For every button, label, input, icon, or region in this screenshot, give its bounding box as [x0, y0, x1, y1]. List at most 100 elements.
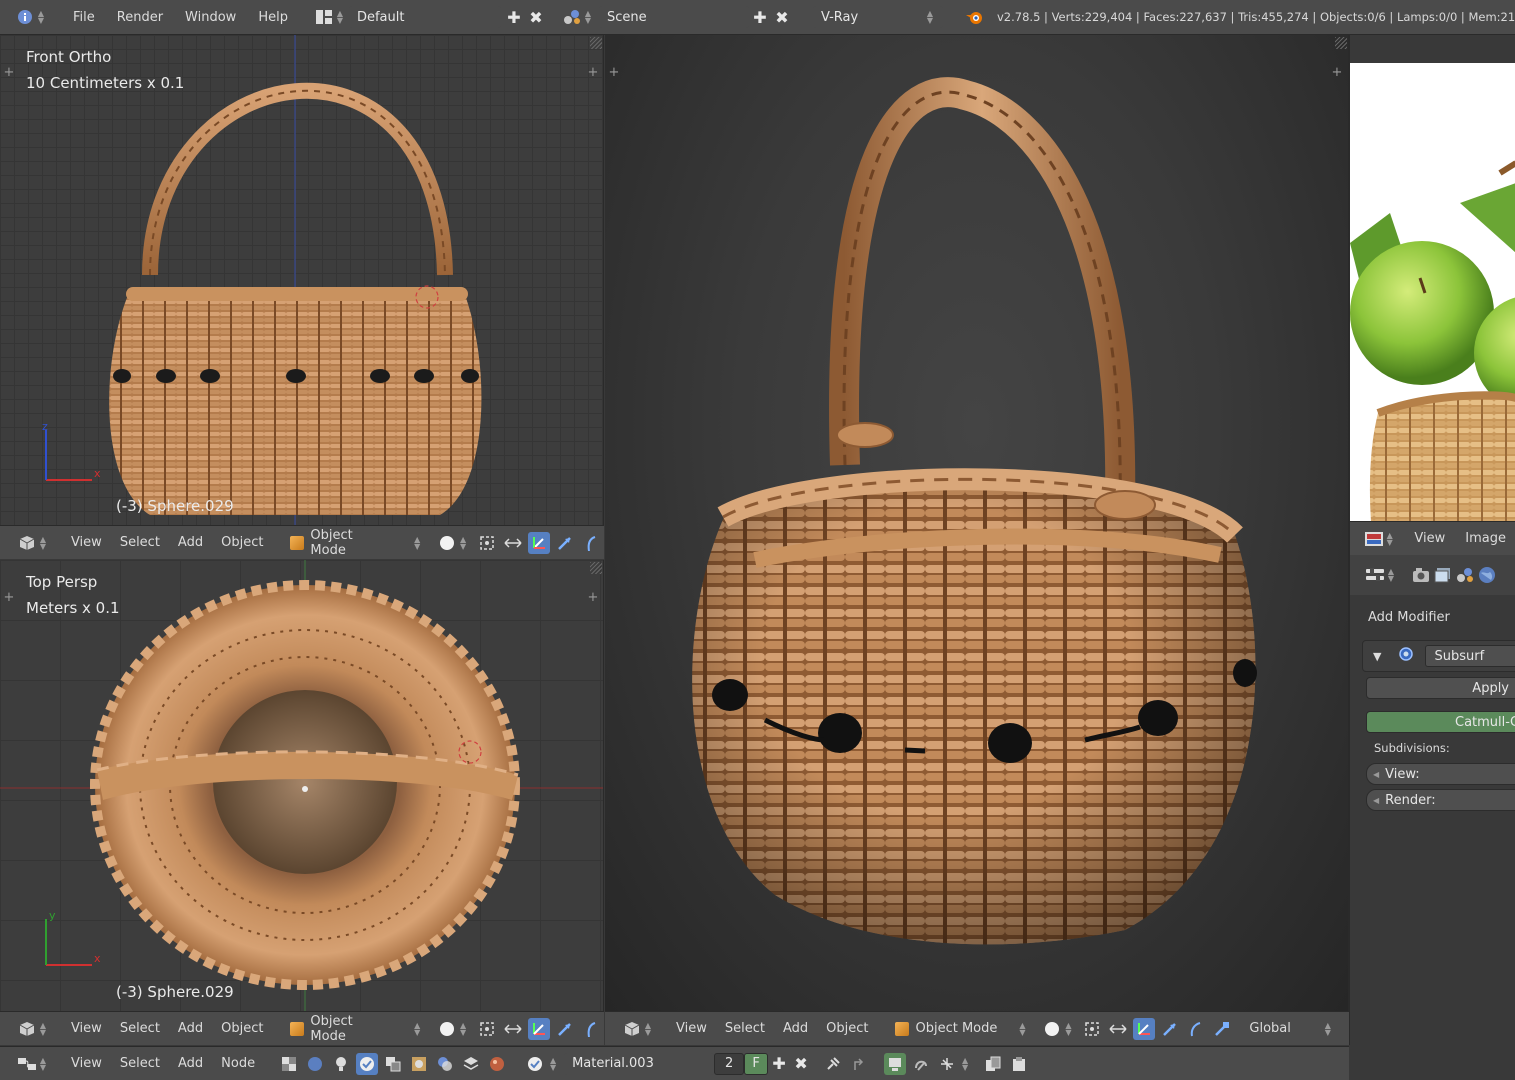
render-levels-field[interactable]: ◀ Render: — [1366, 789, 1515, 811]
copy-nodes-icon[interactable] — [982, 1053, 1004, 1075]
unlink-material-icon[interactable]: ✖ — [790, 1053, 812, 1075]
pivot-point-icon[interactable] — [476, 1018, 498, 1040]
backdrop-icon[interactable] — [884, 1052, 907, 1075]
menu-help[interactable]: Help — [247, 10, 299, 25]
apply-button[interactable]: Apply — [1366, 677, 1515, 699]
transform-manipulator-icon[interactable] — [1211, 1018, 1233, 1040]
layers-icon[interactable] — [460, 1053, 482, 1075]
editor-type-arrows[interactable]: ▲ ▼ — [36, 10, 46, 25]
editor-type-arrows[interactable]: ▲ ▼ — [38, 1056, 48, 1071]
new-material-icon[interactable]: ✚ — [768, 1053, 790, 1075]
translate-manipulator-icon[interactable] — [528, 1017, 551, 1040]
render-tab-icon[interactable] — [1410, 564, 1432, 586]
menu-object[interactable]: Object — [817, 1021, 877, 1036]
menu-select[interactable]: Select — [111, 535, 169, 550]
menu-node[interactable]: Node — [212, 1056, 264, 1071]
fake-user-toggle[interactable]: F — [744, 1052, 769, 1075]
layout-field[interactable]: Default — [348, 6, 501, 28]
scene-icon[interactable] — [561, 6, 583, 28]
menu-view[interactable]: View — [62, 535, 111, 550]
scene-tab-icon[interactable] — [1454, 564, 1476, 586]
texture-checker-icon[interactable] — [278, 1053, 300, 1075]
auto-render-icon[interactable] — [910, 1053, 932, 1075]
menu-select[interactable]: Select — [111, 1021, 169, 1036]
world-nodes-icon[interactable] — [304, 1053, 326, 1075]
manipulator-toggle-icon[interactable] — [1107, 1018, 1129, 1040]
modifier-name-field[interactable]: Subsurf — [1425, 645, 1515, 667]
editor-type-3d-icon[interactable] — [16, 1018, 38, 1040]
mode-select[interactable]: Object Mode ▲ ▼ — [282, 1014, 430, 1044]
editor-type-arrows[interactable]: ▲ ▼ — [643, 1021, 653, 1036]
shading-arrows[interactable]: ▲ ▼ — [1063, 1021, 1073, 1036]
remove-scene-icon[interactable]: ✖ — [771, 6, 793, 28]
viewport-shading-icon[interactable] — [436, 1018, 458, 1040]
pin-icon[interactable] — [822, 1053, 844, 1075]
menu-object[interactable]: Object — [212, 535, 272, 550]
paste-nodes-icon[interactable] — [1008, 1053, 1030, 1075]
add-modifier-button[interactable]: Add Modifier — [1368, 610, 1450, 625]
persp-basket-model[interactable] — [605, 35, 1349, 1011]
layout-arrows[interactable]: ▲ ▼ — [335, 10, 345, 25]
material-name-field[interactable]: Material.003 — [564, 1052, 715, 1075]
shader-nodes-icon[interactable] — [356, 1052, 379, 1075]
scene-arrows[interactable]: ▲ ▼ — [583, 10, 593, 25]
menu-view[interactable]: View — [667, 1021, 716, 1036]
menu-object[interactable]: Object — [212, 1021, 272, 1036]
shading-arrows[interactable]: ▲ ▼ — [458, 1021, 468, 1036]
compositing-nodes-icon[interactable] — [382, 1053, 404, 1075]
collapse-triangle-icon[interactable]: ▼ — [1373, 650, 1381, 663]
menu-file[interactable]: File — [62, 10, 106, 25]
scale-manipulator-icon[interactable] — [580, 1018, 602, 1040]
editor-type-3d-icon[interactable] — [16, 532, 38, 554]
remove-layout-icon[interactable]: ✖ — [525, 6, 547, 28]
editor-type-arrows[interactable]: ▲ ▼ — [38, 1021, 48, 1036]
snap-icon[interactable] — [936, 1053, 958, 1075]
menu-window[interactable]: Window — [174, 10, 247, 25]
transform-orientation-select[interactable]: Global ▲ ▼ — [1241, 1021, 1340, 1036]
catmull-clark-button[interactable]: Catmull-Cla — [1366, 711, 1515, 733]
menu-view[interactable]: View — [62, 1021, 111, 1036]
shading-arrows[interactable]: ▲ ▼ — [458, 535, 468, 550]
menu-add[interactable]: Add — [169, 1021, 212, 1036]
menu-image[interactable]: Image — [1455, 531, 1515, 546]
lamp-nodes-icon[interactable] — [330, 1053, 352, 1075]
texture-nodes-icon[interactable] — [408, 1053, 430, 1075]
editor-type-properties-icon[interactable] — [1364, 564, 1386, 586]
viewport-top-persp[interactable]: + + Top Persp Meters x 0.1 x y (-3) Sphe… — [0, 560, 604, 1011]
reference-image-view[interactable] — [1350, 63, 1515, 555]
translate-manipulator-icon[interactable] — [1133, 1017, 1156, 1040]
editor-type-node-icon[interactable] — [16, 1053, 38, 1075]
decrement-icon[interactable]: ◀ — [1373, 770, 1379, 779]
mode-select[interactable]: Object Mode ▲ ▼ — [282, 528, 430, 558]
render-engine-select[interactable]: V-Ray ▲ ▼ — [812, 6, 943, 28]
menu-render[interactable]: Render — [106, 10, 174, 25]
pivot-point-icon[interactable] — [1081, 1018, 1103, 1040]
menu-select[interactable]: Select — [716, 1021, 774, 1036]
render-layers-tab-icon[interactable] — [1432, 564, 1454, 586]
material-users-count[interactable]: 2 — [714, 1052, 745, 1075]
viewport-front-ortho[interactable]: + + Front Ortho 10 Centimeters x 0.1 x z… — [0, 35, 604, 525]
editor-type-3d-icon[interactable] — [621, 1018, 643, 1040]
material-browse-arrows[interactable]: ▲ ▼ — [548, 1056, 558, 1071]
menu-select[interactable]: Select — [111, 1056, 169, 1071]
world-tab-icon[interactable] — [1476, 564, 1498, 586]
add-layout-icon[interactable]: ✚ — [503, 6, 525, 28]
menu-add[interactable]: Add — [169, 1056, 212, 1071]
material-browse-icon[interactable] — [524, 1053, 546, 1075]
rotate-manipulator-icon[interactable] — [554, 532, 576, 554]
snap-arrows[interactable]: ▲ ▼ — [960, 1056, 970, 1071]
editor-type-arrows[interactable]: ▲ ▼ — [38, 535, 48, 550]
decrement-icon[interactable]: ◀ — [1373, 796, 1379, 805]
scene-field[interactable]: Scene — [598, 6, 749, 28]
viewport-camera-persp[interactable]: + + — [605, 35, 1349, 1011]
info-editor-icon[interactable] — [14, 6, 36, 28]
add-scene-icon[interactable]: ✚ — [749, 6, 771, 28]
scale-manipulator-icon[interactable] — [580, 532, 602, 554]
viewport-shading-icon[interactable] — [1041, 1018, 1063, 1040]
material-nodes-icon[interactable] — [434, 1053, 456, 1075]
manipulator-toggle-icon[interactable] — [502, 1018, 524, 1040]
viewport-shading-icon[interactable] — [436, 532, 458, 554]
editor-type-image-icon[interactable] — [1364, 528, 1385, 550]
pivot-point-icon[interactable] — [476, 532, 498, 554]
scale-manipulator-icon[interactable] — [1185, 1018, 1207, 1040]
